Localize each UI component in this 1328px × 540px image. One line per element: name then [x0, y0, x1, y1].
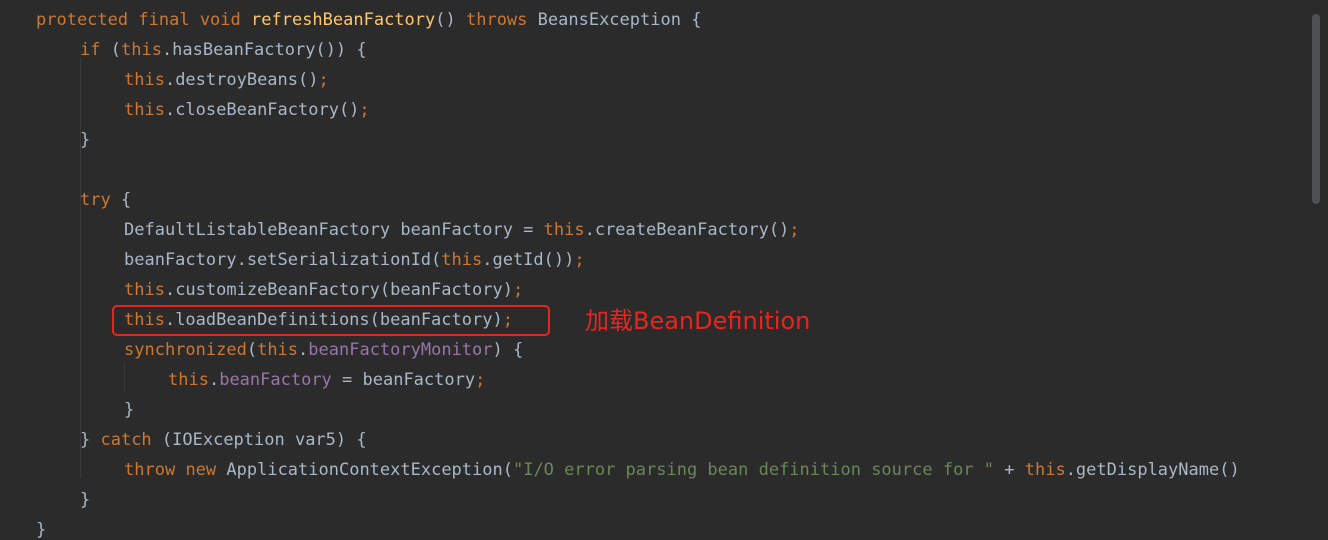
type-name: BeansException [537, 10, 681, 30]
vertical-scrollbar[interactable] [1310, 0, 1328, 540]
code-line-17: } [80, 485, 90, 515]
keyword: new [185, 460, 217, 480]
code-line-14: } [124, 395, 134, 425]
code-line-18: } [36, 515, 46, 540]
code-text: .getId()) [482, 250, 575, 270]
code-line-2: if (this.hasBeanFactory()) { [80, 35, 367, 65]
semicolon: ; [318, 70, 329, 90]
code-text: ( [246, 340, 258, 360]
code-line-4: this.closeBeanFactory(); [124, 95, 370, 125]
code-text: } [80, 430, 101, 450]
code-line-9: beanFactory.setSerializationId(this.getI… [124, 245, 585, 275]
semicolon: ; [574, 250, 585, 270]
code-text: .createBeanFactory() [584, 220, 790, 240]
keyword: this [120, 40, 162, 60]
indent-guide [124, 362, 125, 392]
code-text: () [435, 10, 456, 30]
code-text: + [994, 460, 1025, 480]
code-line-15: } catch (IOException var5) { [80, 425, 367, 455]
keyword: this [1024, 460, 1066, 480]
semicolon: ; [359, 100, 370, 120]
closing-brace: } [124, 400, 135, 420]
code-text: .closeBeanFactory() [164, 100, 360, 120]
code-line-3: this.destroyBeans(); [124, 65, 329, 95]
code-line-7: try { [80, 185, 131, 215]
closing-brace: } [80, 130, 91, 150]
code-editor[interactable]: protected final void refreshBeanFactory(… [0, 0, 1310, 540]
code-text: .destroyBeans() [164, 70, 319, 90]
semicolon: ; [789, 220, 800, 240]
field-name: beanFactory [219, 370, 332, 390]
annotation-label: 加载BeanDefinition [585, 307, 811, 335]
code-line-13: this.beanFactory = beanFactory; [168, 365, 485, 395]
code-line-12: synchronized(this.beanFactoryMonitor) { [124, 335, 523, 365]
code-text: beanFactory.setSerializationId( [124, 250, 442, 270]
code-line-1: protected final void refreshBeanFactory(… [36, 5, 701, 35]
code-text: .getDisplayName() [1065, 460, 1240, 480]
code-line-5: } [80, 125, 90, 155]
indent-guide [80, 58, 81, 478]
keyword: throws [465, 10, 528, 30]
code-text: { [691, 10, 702, 30]
method-name: refreshBeanFactory [251, 10, 436, 30]
code-line-10: this.customizeBeanFactory(beanFactory); [124, 275, 523, 305]
code-text: DefaultListableBeanFactory beanFactory = [124, 220, 544, 240]
keyword: if [80, 40, 101, 60]
code-text: ApplicationContextException( [216, 460, 513, 480]
semicolon: ; [475, 370, 486, 390]
keyword: try [80, 190, 111, 210]
keyword: this [543, 220, 585, 240]
code-text: .customizeBeanFactory(beanFactory) [164, 280, 513, 300]
code-text: (IOException var5) { [151, 430, 367, 450]
string-literal: "I/O error parsing bean definition sourc… [512, 460, 995, 480]
keyword: final [138, 10, 190, 30]
code-text: .hasBeanFactory()) { [161, 40, 367, 60]
code-text: . [298, 340, 309, 360]
keyword: this [441, 250, 483, 270]
keyword: this [168, 370, 209, 390]
keyword: throw [124, 460, 176, 480]
closing-brace: } [80, 490, 91, 510]
keyword: this [124, 100, 165, 120]
closing-brace: } [36, 520, 47, 540]
code-line-8: DefaultListableBeanFactory beanFactory =… [124, 215, 800, 245]
keyword: this [124, 70, 165, 90]
keyword: catch [100, 430, 152, 450]
highlight-box [112, 305, 550, 336]
scrollbar-thumb[interactable] [1312, 14, 1320, 204]
keyword: this [257, 340, 299, 360]
keyword: this [124, 280, 165, 300]
code-line-16: throw new ApplicationContextException("I… [124, 455, 1240, 485]
semicolon: ; [512, 280, 524, 300]
keyword: protected [36, 10, 129, 30]
code-text: . [208, 370, 220, 390]
code-text: { [110, 190, 132, 210]
keyword: synchronized [124, 340, 247, 360]
keyword: void [199, 10, 241, 30]
code-text: ) { [492, 340, 524, 360]
field-name: beanFactoryMonitor [308, 340, 493, 360]
code-text: = beanFactory [331, 370, 476, 390]
code-text: ( [110, 40, 121, 60]
